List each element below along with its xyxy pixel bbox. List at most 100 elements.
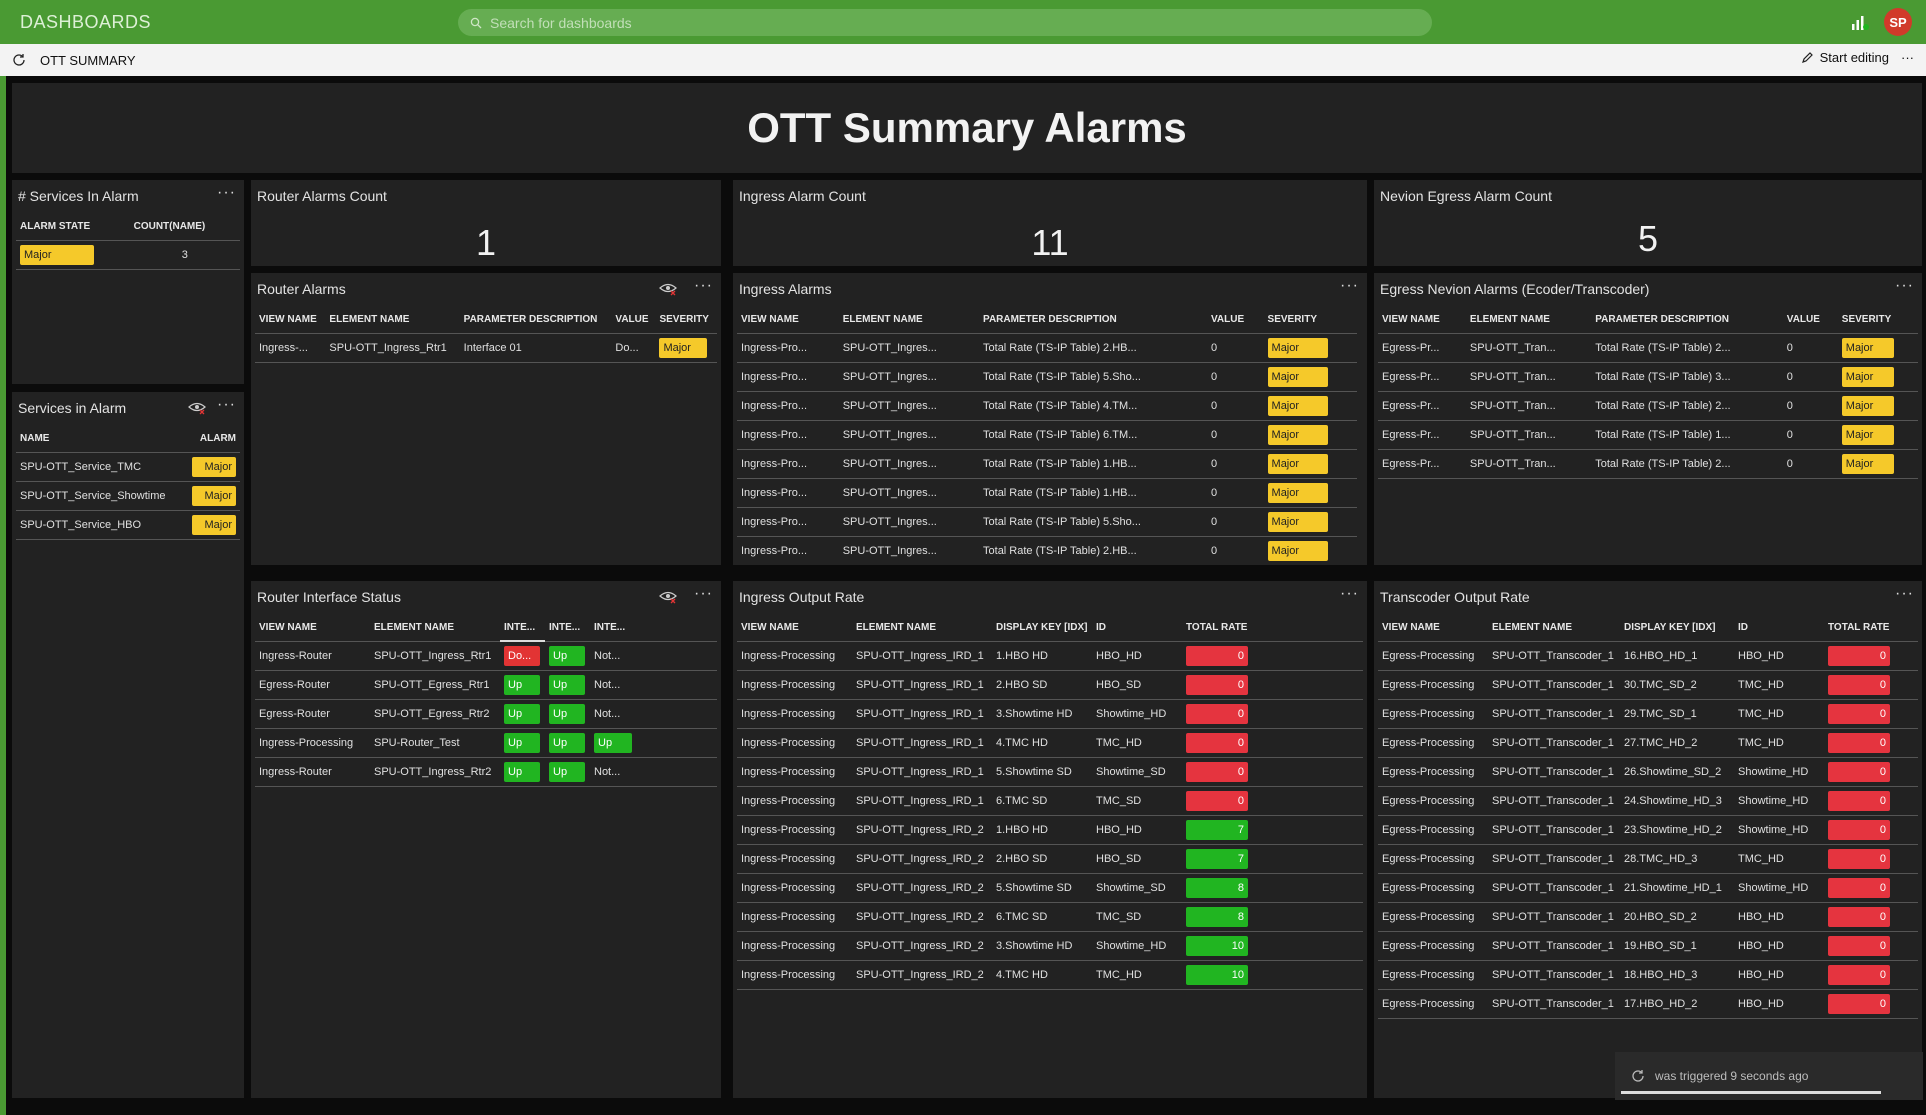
router-alarms-table: VIEW NAME ELEMENT NAME PARAMETER DESCRIP… bbox=[255, 307, 717, 363]
table-row[interactable]: Ingress-Processing SPU-OTT_Ingress_IRD_2 1… bbox=[737, 814, 1363, 844]
table-row[interactable]: Ingress-Pro... SPU-OTT_Ingres... Total Rat… bbox=[737, 448, 1357, 478]
table-row[interactable]: Egress-Pr... SPU-OTT_Tran... Total Rate (T… bbox=[1378, 390, 1918, 420]
search-input[interactable] bbox=[490, 14, 1390, 31]
table-row[interactable]: Ingress-Processing SPU-OTT_Ingress_IRD_1 2… bbox=[737, 669, 1363, 699]
total-rate-badge: 0 bbox=[1828, 645, 1890, 666]
column-header: DISPLAY KEY [IDX] bbox=[996, 622, 1088, 634]
value-cell: 0 bbox=[1782, 332, 1838, 362]
table-row[interactable]: Ingress-Processing SPU-OTT_Ingress_IRD_2 3… bbox=[737, 930, 1363, 960]
table-row[interactable]: Ingress-Processing SPU-OTT_Ingress_IRD_1 4… bbox=[737, 727, 1363, 757]
router-interface-panel: Router Interface Status ··· VIEW NAME EL… bbox=[251, 581, 721, 1098]
activity-icon[interactable] bbox=[1850, 12, 1870, 32]
rate-cell: 0 bbox=[1182, 669, 1363, 699]
view-name-cell: Egress-Router bbox=[255, 669, 370, 699]
table-row[interactable]: Egress-Processing SPU-OTT_Transcoder_1 23.… bbox=[1378, 814, 1918, 844]
table-row[interactable]: Ingress-Processing SPU-OTT_Ingress_IRD_1 1… bbox=[737, 640, 1363, 670]
panel-menu-icon[interactable]: ··· bbox=[694, 277, 713, 295]
table-row[interactable]: Ingress-Pro... SPU-OTT_Ingres... Total Rat… bbox=[737, 361, 1357, 391]
interface-status-badge: Up bbox=[504, 674, 540, 695]
table-row[interactable]: Egress-Processing SPU-OTT_Transcoder_1 30.… bbox=[1378, 669, 1918, 699]
table-row[interactable]: Egress-Pr... SPU-OTT_Tran... Total Rate (T… bbox=[1378, 361, 1918, 391]
table-row[interactable]: Egress-Router SPU-OTT_Egress_Rtr1 Up Up Not.… bbox=[255, 669, 717, 699]
table-row[interactable]: Ingress-Pro... SPU-OTT_Ingres... Total Rat… bbox=[737, 390, 1357, 420]
table-row[interactable]: SPU-OTT_Service_HBO Major bbox=[16, 509, 240, 540]
id-cell: Showtime_SD bbox=[1092, 872, 1182, 902]
column-header: TOTAL RATE bbox=[1186, 622, 1248, 634]
table-row[interactable]: Ingress-Processing SPU-Router_Test Up Up Up bbox=[255, 727, 717, 757]
panel-menu-icon[interactable]: ··· bbox=[217, 396, 236, 414]
panel-menu-icon[interactable]: ··· bbox=[1895, 277, 1914, 295]
hidden-eye-icon[interactable] bbox=[188, 400, 206, 416]
interface-cell: Up bbox=[545, 698, 590, 728]
interface-cell: Up bbox=[545, 669, 590, 699]
element-cell: SPU-OTT_Ingres... bbox=[838, 506, 980, 536]
start-editing-button[interactable]: Start editing bbox=[1801, 50, 1889, 65]
table-row[interactable]: Ingress-Processing SPU-OTT_Ingress_IRD_1 5… bbox=[737, 756, 1363, 786]
table-row[interactable]: Ingress-Processing SPU-OTT_Ingress_IRD_2 5… bbox=[737, 872, 1363, 902]
more-options-icon[interactable]: ··· bbox=[1901, 50, 1914, 65]
table-row[interactable]: Egress-Processing SPU-OTT_Transcoder_1 16.… bbox=[1378, 640, 1918, 670]
rate-cell: 0 bbox=[1182, 727, 1363, 757]
table-row[interactable]: Egress-Router SPU-OTT_Egress_Rtr2 Up Up Not.… bbox=[255, 698, 717, 728]
rate-cell: 0 bbox=[1824, 988, 1918, 1019]
panel-menu-icon[interactable]: ··· bbox=[217, 184, 236, 202]
panel-menu-icon[interactable]: ··· bbox=[1895, 585, 1914, 603]
value-cell: 0 bbox=[1207, 506, 1264, 536]
key-cell: 4.TMC HD bbox=[992, 959, 1092, 990]
table-row[interactable]: Egress-Processing SPU-OTT_Transcoder_1 24.… bbox=[1378, 785, 1918, 815]
key-cell: 24.Showtime_HD_3 bbox=[1620, 785, 1734, 815]
table-row[interactable]: Egress-Pr... SPU-OTT_Tran... Total Rate (T… bbox=[1378, 448, 1918, 479]
column-header: INTE... bbox=[549, 622, 581, 634]
services-in-alarm-panel: Services in Alarm ··· NAME ALARM SPU-OTT_… bbox=[12, 392, 244, 1098]
hidden-eye-icon[interactable] bbox=[659, 281, 677, 297]
table-row[interactable]: Ingress-Router SPU-OTT_Ingress_Rtr1 Do... U… bbox=[255, 640, 717, 670]
search-box[interactable] bbox=[458, 9, 1432, 36]
panel-menu-icon[interactable]: ··· bbox=[694, 585, 713, 603]
table-row[interactable]: Egress-Processing SPU-OTT_Transcoder_1 18.… bbox=[1378, 959, 1918, 989]
table-row[interactable]: SPU-OTT_Service_Showtime Major bbox=[16, 480, 240, 510]
table-row[interactable]: Ingress-Processing SPU-OTT_Ingress_IRD_2 2… bbox=[737, 843, 1363, 873]
table-row[interactable]: Ingress-Router SPU-OTT_Ingress_Rtr2 Up Up No… bbox=[255, 756, 717, 787]
table-row[interactable]: Egress-Processing SPU-OTT_Transcoder_1 29.… bbox=[1378, 698, 1918, 728]
column-header: ID bbox=[1738, 622, 1748, 634]
table-row[interactable]: Egress-Processing SPU-OTT_Transcoder_1 17.… bbox=[1378, 988, 1918, 1019]
column-header: VIEW NAME bbox=[1382, 622, 1440, 634]
panel-title: Transcoder Output Rate bbox=[1380, 589, 1530, 605]
table-row[interactable]: Ingress-Processing SPU-OTT_Ingress_IRD_1 3… bbox=[737, 698, 1363, 728]
table-row[interactable]: Egress-Processing SPU-OTT_Transcoder_1 27.… bbox=[1378, 727, 1918, 757]
table-row[interactable]: Ingress-Processing SPU-OTT_Ingress_IRD_2 4… bbox=[737, 959, 1363, 990]
table-row[interactable]: Egress-Processing SPU-OTT_Transcoder_1 19.… bbox=[1378, 930, 1918, 960]
total-rate-badge: 7 bbox=[1186, 848, 1248, 869]
table-row[interactable]: Ingress-... SPU-OTT_Ingress_Rtr1 Interfa… bbox=[255, 332, 717, 363]
table-row[interactable]: Egress-Processing SPU-OTT_Transcoder_1 21.… bbox=[1378, 872, 1918, 902]
table-row[interactable]: Ingress-Processing SPU-OTT_Ingress_IRD_1 6… bbox=[737, 785, 1363, 815]
panel-menu-icon[interactable]: ··· bbox=[1340, 277, 1359, 295]
table-row[interactable]: Major 3 bbox=[16, 239, 240, 270]
brand-title[interactable]: DASHBOARDS bbox=[0, 12, 450, 33]
table-row[interactable]: Egress-Pr... SPU-OTT_Tran... Total Rate (T… bbox=[1378, 419, 1918, 449]
hidden-eye-icon[interactable] bbox=[659, 589, 677, 605]
view-cell: Egress-Pr... bbox=[1378, 419, 1466, 449]
table-row[interactable]: Egress-Processing SPU-OTT_Transcoder_1 26.… bbox=[1378, 756, 1918, 786]
table-row[interactable]: Ingress-Pro... SPU-OTT_Ingres... Total Rat… bbox=[737, 506, 1357, 536]
user-avatar[interactable]: SP bbox=[1884, 8, 1912, 36]
table-row[interactable]: Ingress-Pro... SPU-OTT_Ingres... Total Rat… bbox=[737, 332, 1357, 362]
panel-menu-icon[interactable]: ··· bbox=[1340, 585, 1359, 603]
interface-cell: Up bbox=[500, 669, 545, 699]
table-row[interactable]: Ingress-Pro... SPU-OTT_Ingres... Total Rat… bbox=[737, 419, 1357, 449]
table-row[interactable]: Egress-Pr... SPU-OTT_Tran... Total Rate (T… bbox=[1378, 332, 1918, 362]
column-header-sorted[interactable]: INTE... bbox=[500, 615, 545, 642]
table-row[interactable]: Ingress-Pro... SPU-OTT_Ingres... Total Rat… bbox=[737, 477, 1357, 507]
trigger-toast: was triggered 9 seconds ago bbox=[1615, 1052, 1923, 1100]
table-row[interactable]: Ingress-Processing SPU-OTT_Ingress_IRD_2 6… bbox=[737, 901, 1363, 931]
table-row[interactable]: Egress-Processing SPU-OTT_Transcoder_1 20.… bbox=[1378, 901, 1918, 931]
id-cell: TMC_SD bbox=[1092, 901, 1182, 931]
table-row[interactable]: Ingress-Pro... SPU-OTT_Ingres... Total Rat… bbox=[737, 535, 1357, 565]
total-rate-badge: 0 bbox=[1186, 703, 1248, 724]
element-name-cell: SPU-OTT_Ingress_Rtr1 bbox=[370, 640, 500, 670]
view-cell: Ingress-Pro... bbox=[737, 535, 839, 565]
table-row[interactable]: SPU-OTT_Service_TMC Major bbox=[16, 451, 240, 481]
rate-cell: 10 bbox=[1182, 930, 1363, 960]
table-row[interactable]: Egress-Processing SPU-OTT_Transcoder_1 28.… bbox=[1378, 843, 1918, 873]
refresh-icon[interactable] bbox=[12, 53, 26, 67]
